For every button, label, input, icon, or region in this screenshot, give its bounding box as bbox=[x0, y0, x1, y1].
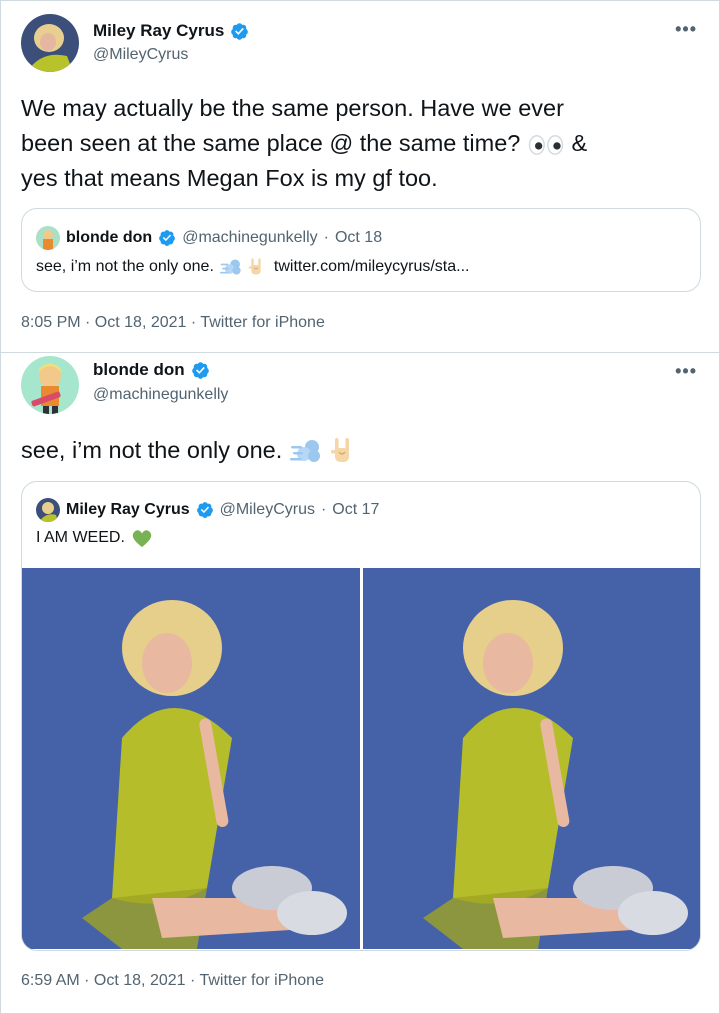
tweet-text-segment: been seen at the same place @ the same t… bbox=[21, 130, 521, 156]
eyes-emoji-icon bbox=[527, 134, 565, 156]
dash-emoji-icon bbox=[290, 437, 322, 465]
quoted-author-handle: @MileyCyrus bbox=[219, 501, 315, 518]
media-photo-2[interactable] bbox=[363, 568, 700, 949]
verified-badge-icon bbox=[230, 22, 249, 41]
verified-badge-icon bbox=[191, 361, 210, 380]
tweet-text-line: been seen at the same place @ the same t… bbox=[21, 126, 689, 161]
tweet-card[interactable]: Miley Ray Cyrus @MileyCyrus ••• We may a… bbox=[0, 0, 720, 353]
rock-on-emoji-icon bbox=[330, 436, 354, 466]
quoted-date: Oct 17 bbox=[332, 501, 380, 518]
author-name[interactable]: blonde don bbox=[93, 360, 185, 380]
tweet-text-line: We may actually be the same person. Have… bbox=[21, 95, 564, 121]
quoted-author-name: blonde don bbox=[66, 229, 153, 246]
author-handle[interactable]: @MileyCyrus bbox=[93, 46, 188, 64]
verified-badge-icon bbox=[196, 501, 214, 519]
quoted-link[interactable]: twitter.com/mileycyrus/sta... bbox=[274, 258, 470, 276]
author-avatar[interactable] bbox=[21, 356, 79, 414]
tweet-timestamp[interactable]: 6:59 AM · Oct 18, 2021 · Twitter for iPh… bbox=[21, 972, 324, 990]
dash-emoji-icon bbox=[220, 257, 242, 277]
quoted-tweet[interactable]: Miley Ray Cyrus @MileyCyrus · Oct 17 I A… bbox=[21, 481, 701, 951]
tweet-text-segment: & bbox=[571, 130, 588, 156]
more-options-icon[interactable]: ••• bbox=[675, 19, 697, 40]
author-avatar[interactable] bbox=[21, 14, 79, 72]
quoted-author-avatar bbox=[36, 226, 60, 250]
more-options-icon[interactable]: ••• bbox=[675, 361, 697, 382]
tweet-card[interactable]: blonde don @machinegunkelly ••• see, i’m… bbox=[0, 353, 720, 1014]
quoted-tweet[interactable]: blonde don @machinegunkelly · Oct 18 see… bbox=[21, 208, 701, 292]
separator-dot: · bbox=[320, 501, 327, 518]
tweet-body: see, i’m not the only one. bbox=[21, 433, 689, 468]
quoted-author-handle: @machinegunkelly bbox=[182, 229, 318, 246]
quoted-text: see, i’m not the only one. bbox=[36, 258, 214, 275]
quoted-text: I AM WEED. bbox=[36, 529, 125, 546]
tweet-body: We may actually be the same person. Have… bbox=[21, 91, 689, 196]
author-name[interactable]: Miley Ray Cyrus bbox=[93, 21, 224, 41]
tweet-text-line: yes that means Megan Fox is my gf too. bbox=[21, 165, 438, 191]
quoted-author-avatar bbox=[36, 498, 60, 522]
media-photo-1[interactable] bbox=[22, 568, 360, 949]
verified-badge-icon bbox=[158, 229, 176, 247]
tweet-timestamp[interactable]: 8:05 PM · Oct 18, 2021 · Twitter for iPh… bbox=[21, 314, 325, 332]
rock-on-emoji-icon bbox=[248, 257, 264, 277]
tweet-text-line: see, i’m not the only one. bbox=[21, 437, 283, 463]
quoted-date: Oct 18 bbox=[334, 229, 383, 246]
quoted-author-name: Miley Ray Cyrus bbox=[66, 501, 190, 518]
green-heart-emoji-icon bbox=[131, 528, 153, 548]
author-handle[interactable]: @machinegunkelly bbox=[93, 386, 228, 404]
separator-dot: · bbox=[323, 229, 329, 246]
